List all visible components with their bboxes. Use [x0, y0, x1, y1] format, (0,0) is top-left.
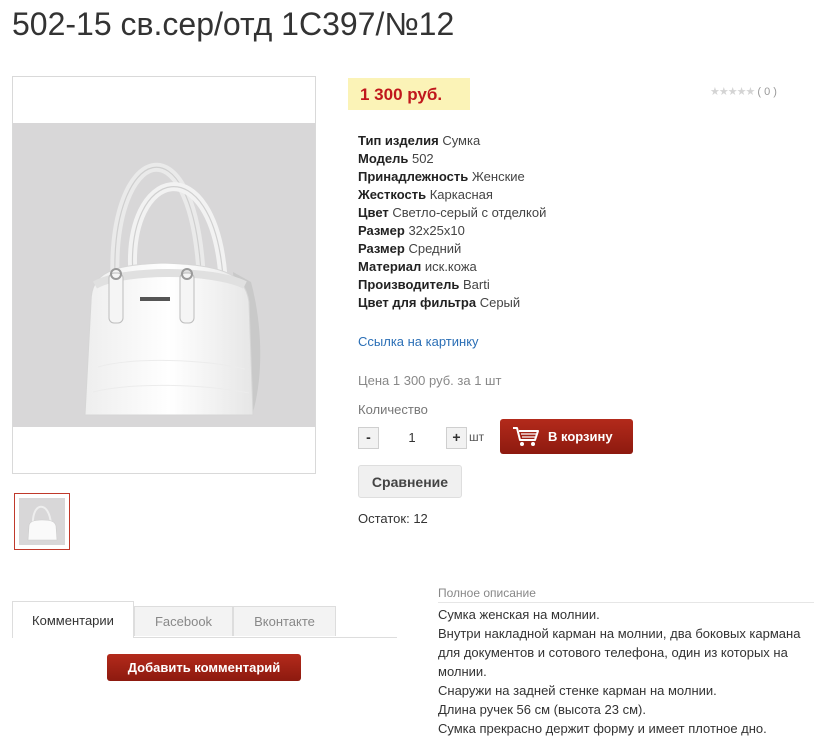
tab-facebook[interactable]: Facebook [134, 606, 233, 636]
page-title: 502-15 св.сер/отд 1С397/№12 [12, 6, 455, 42]
property-row: Принадлежность Женские [358, 169, 525, 184]
stock-count: Остаток: 12 [358, 511, 428, 526]
property-row: Тип изделия Сумка [358, 133, 481, 148]
image-link[interactable]: Ссылка на картинку [358, 334, 479, 349]
unit-price: Цена 1 300 руб. за 1 шт [358, 373, 502, 388]
add-comment-button[interactable]: Добавить комментарий [107, 654, 301, 681]
product-price: 1 300 руб. [360, 85, 443, 104]
property-row: Материал иск.кожа [358, 259, 477, 274]
description-line: Сумка женская на молнии. [438, 607, 600, 622]
quantity-unit: шт [469, 430, 485, 444]
handbag-image [84, 162, 261, 416]
property-row: Цвет Светло-серый с отделкой [358, 205, 547, 220]
quantity-increase-button[interactable]: + [446, 427, 467, 449]
description-line: Внутри накладной карман на молнии, два б… [438, 626, 801, 679]
rating[interactable]: ★★★★★ ( 0 ) [710, 85, 777, 98]
quantity-label: Количество [358, 402, 428, 417]
tab-comments[interactable]: Комментарии [12, 601, 134, 638]
compare-button[interactable]: Сравнение [358, 465, 462, 498]
comment-tabs: Комментарии Facebook Вконтакте [12, 601, 397, 638]
tab-vkontakte[interactable]: Вконтакте [233, 606, 336, 636]
quantity-input[interactable] [381, 427, 443, 447]
description-line: Сумка прекрасно держит форму и имеет пло… [438, 721, 767, 736]
quantity-decrease-button[interactable]: - [358, 427, 379, 449]
shopping-cart-icon [513, 427, 539, 446]
price-box: 1 300 руб. [348, 78, 470, 110]
product-main-image[interactable] [12, 76, 316, 474]
property-row: Жесткость Каркасная [358, 187, 493, 202]
property-row: Производитель Barti [358, 277, 490, 292]
property-row: Модель 502 [358, 151, 434, 166]
product-thumbnail[interactable] [14, 493, 70, 550]
property-row: Размер 32x25x10 [358, 223, 465, 238]
add-to-cart-button[interactable]: В корзину [500, 419, 633, 454]
description-heading: Полное описание [438, 586, 814, 603]
property-row: Цвет для фильтра Серый [358, 295, 521, 310]
product-description: Сумка женская на молнии. Внутри накладно… [438, 605, 814, 738]
description-line: Длина ручек 56 см (высота 23 см). [438, 702, 646, 717]
add-to-cart-label: В корзину [548, 429, 613, 444]
product-properties: Тип изделия Сумка Модель 502 Принадлежно… [358, 132, 546, 312]
description-line: Снаружи на задней стенке карман на молни… [438, 683, 717, 698]
property-row: Размер Средний [358, 241, 462, 256]
rating-count: ( 0 ) [757, 86, 777, 98]
star-icon[interactable]: ★★★★★ [710, 86, 755, 98]
